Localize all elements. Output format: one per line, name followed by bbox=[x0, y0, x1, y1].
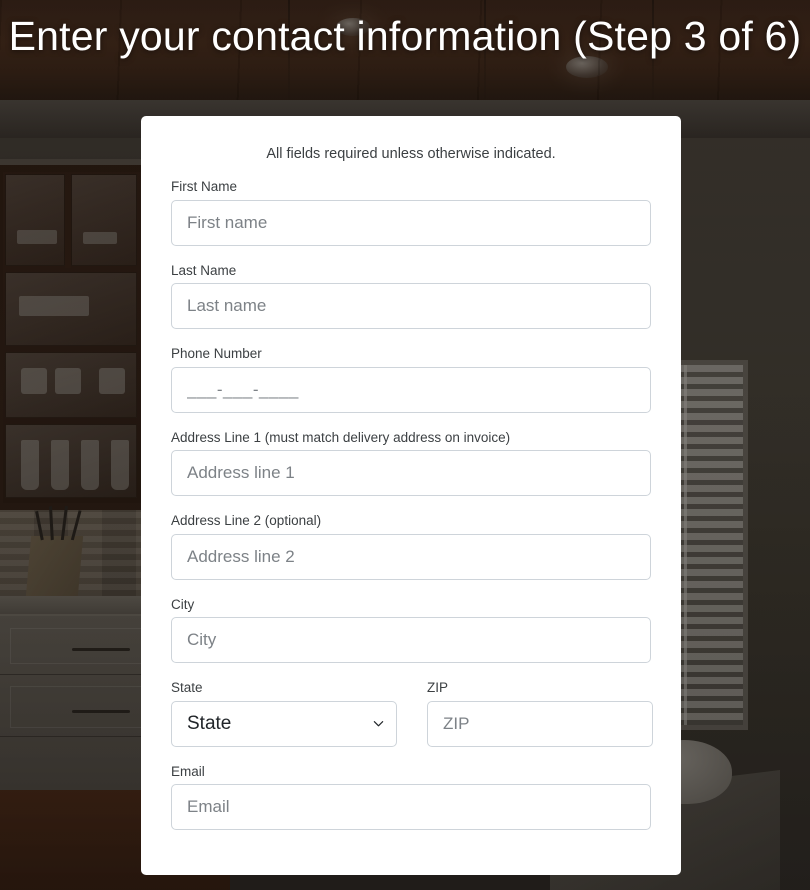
state-zip-row: State StateALAKAZARCACOCTDEFLGAHIIDILINI… bbox=[171, 679, 653, 747]
required-fields-note: All fields required unless otherwise ind… bbox=[266, 146, 556, 162]
label-city: City bbox=[171, 596, 195, 612]
page-title: Enter your contact information (Step 3 o… bbox=[8, 13, 802, 59]
field-address-line-1: Address Line 1 (must match delivery addr… bbox=[171, 429, 651, 497]
contact-form-card: All fields required unless otherwise ind… bbox=[141, 116, 681, 875]
zip-input[interactable] bbox=[427, 700, 653, 747]
label-address-line-1: Address Line 1 (must match delivery addr… bbox=[171, 429, 511, 445]
field-address-line-2: Address Line 2 (optional) bbox=[171, 512, 651, 580]
field-first-name: First Name bbox=[171, 178, 651, 246]
label-zip: ZIP bbox=[427, 680, 449, 696]
field-state: State StateALAKAZARCACOCTDEFLGAHIIDILINI… bbox=[171, 679, 397, 747]
last-name-input[interactable] bbox=[171, 283, 651, 330]
label-state: State bbox=[171, 680, 203, 696]
field-last-name: Last Name bbox=[171, 262, 651, 330]
label-phone-number: Phone Number bbox=[171, 346, 262, 362]
field-zip: ZIP bbox=[427, 679, 653, 747]
label-address-line-2: Address Line 2 (optional) bbox=[171, 513, 322, 529]
label-first-name: First Name bbox=[171, 179, 238, 194]
first-name-input[interactable] bbox=[171, 199, 651, 246]
address-line-2-input[interactable] bbox=[171, 533, 651, 580]
city-input[interactable] bbox=[171, 617, 651, 664]
state-select[interactable]: StateALAKAZARCACOCTDEFLGAHIIDILINIAKSKYL… bbox=[171, 700, 397, 747]
label-last-name: Last Name bbox=[171, 262, 237, 278]
label-email: Email bbox=[171, 763, 205, 779]
email-input[interactable] bbox=[171, 784, 651, 831]
address-line-1-input[interactable] bbox=[171, 450, 651, 497]
phone-number-input[interactable] bbox=[171, 366, 651, 413]
field-phone-number: Phone Number bbox=[171, 345, 651, 413]
field-email: Email bbox=[171, 763, 651, 831]
field-city: City bbox=[171, 596, 651, 664]
